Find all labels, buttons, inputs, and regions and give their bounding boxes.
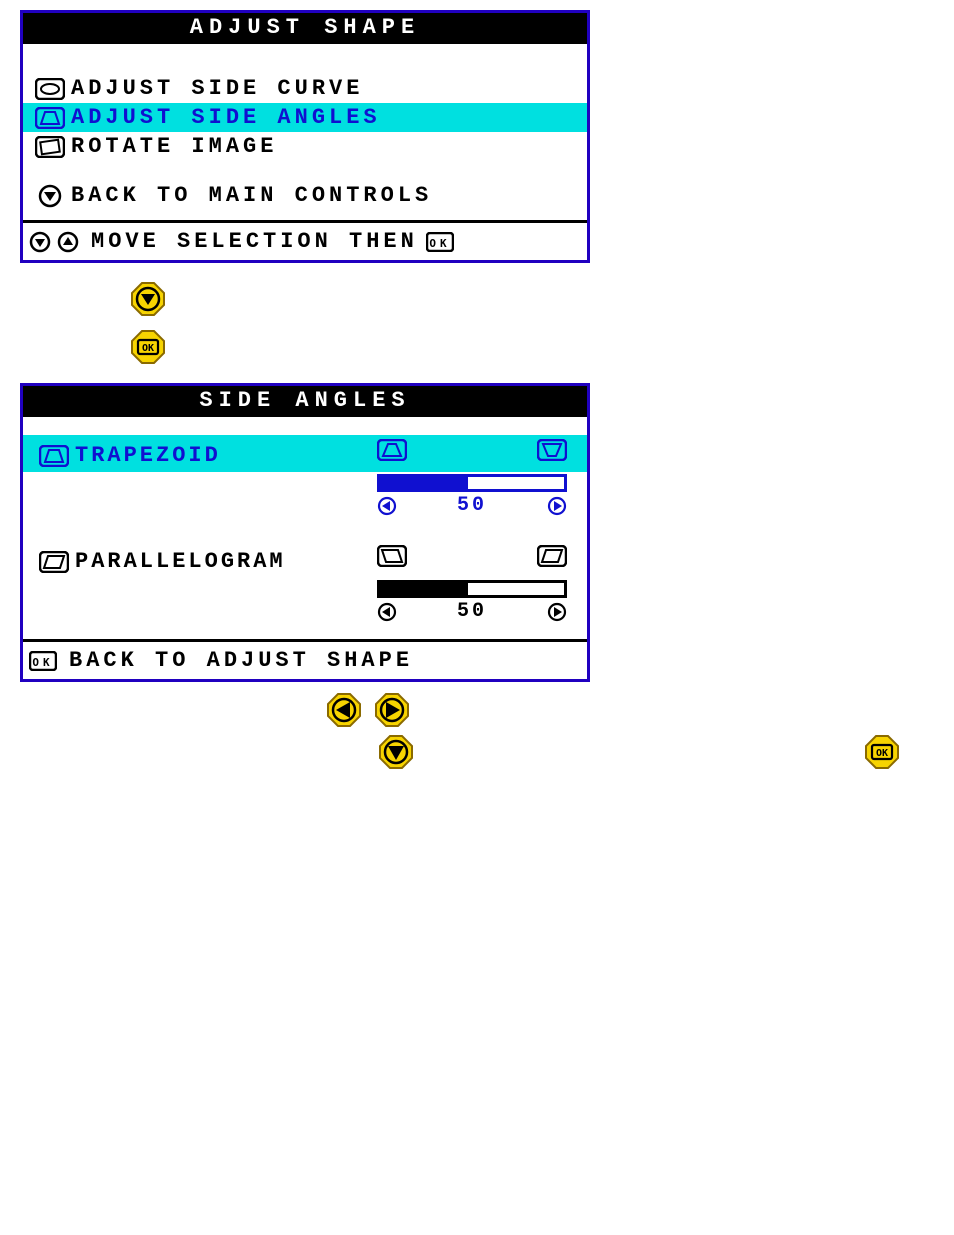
adjust-shape-title: ADJUST SHAPE bbox=[23, 13, 587, 44]
menu-item-label: ADJUST SIDE CURVE bbox=[71, 76, 581, 101]
svg-text:OK: OK bbox=[32, 656, 53, 669]
side-angles-body: TRAPEZOID bbox=[23, 417, 587, 639]
trap-wide-top-icon bbox=[537, 439, 567, 461]
down-circle-icon bbox=[29, 231, 51, 253]
svg-text:OK: OK bbox=[876, 748, 888, 759]
pincushion-icon bbox=[29, 78, 71, 100]
para-left-icon bbox=[377, 545, 407, 567]
parallelogram-icon bbox=[33, 551, 75, 573]
row-parallelogram[interactable]: PARALLELOGRAM bbox=[23, 541, 587, 633]
physical-down-button[interactable] bbox=[130, 281, 166, 317]
menu-rotate-image[interactable]: ROTATE IMAGE bbox=[23, 132, 587, 161]
adjust-shape-panel: ADJUST SHAPE ADJUST SIDE CURVE ADJUST SI… bbox=[20, 10, 590, 263]
physical-ok-button[interactable]: OK bbox=[130, 329, 166, 365]
side-angles-footer[interactable]: OK BACK TO ADJUST SHAPE bbox=[23, 639, 587, 679]
ok-icon: OK bbox=[29, 651, 57, 671]
svg-text:OK: OK bbox=[429, 237, 450, 250]
side-angles-panel: SIDE ANGLES TRAPEZOID bbox=[20, 383, 590, 682]
menu-adjust-side-curve[interactable]: ADJUST SIDE CURVE bbox=[23, 74, 587, 103]
physical-down-button[interactable] bbox=[378, 734, 414, 770]
parallelogram-slider[interactable] bbox=[377, 580, 567, 598]
physical-ok-button[interactable]: OK bbox=[864, 734, 900, 770]
menu-adjust-side-angles[interactable]: ADJUST SIDE ANGLES bbox=[23, 103, 587, 132]
row-label: TRAPEZOID bbox=[75, 443, 221, 468]
physical-right-button[interactable] bbox=[374, 692, 410, 728]
up-circle-icon bbox=[57, 231, 79, 253]
right-circle-icon[interactable] bbox=[547, 602, 567, 622]
physical-left-button[interactable] bbox=[326, 692, 362, 728]
ok-icon: OK bbox=[426, 232, 454, 252]
para-right-icon bbox=[537, 545, 567, 567]
trapezoid-value: 50 bbox=[397, 494, 547, 517]
left-circle-icon[interactable] bbox=[377, 602, 397, 622]
svg-text:OK: OK bbox=[142, 343, 154, 354]
menu-item-label: ROTATE IMAGE bbox=[71, 134, 581, 159]
down-circle-icon bbox=[29, 184, 71, 208]
trapezoid-slider[interactable] bbox=[377, 474, 567, 492]
footer-text: BACK TO ADJUST SHAPE bbox=[69, 648, 413, 673]
parallelogram-value: 50 bbox=[397, 600, 547, 623]
menu-item-label: ADJUST SIDE ANGLES bbox=[71, 105, 581, 130]
row-trapezoid[interactable]: TRAPEZOID bbox=[23, 435, 587, 527]
right-circle-icon[interactable] bbox=[547, 496, 567, 516]
menu-back-main-controls[interactable]: BACK TO MAIN CONTROLS bbox=[23, 181, 587, 210]
footer-text: MOVE SELECTION THEN bbox=[91, 229, 418, 254]
adjust-shape-menu: ADJUST SIDE CURVE ADJUST SIDE ANGLES ROT… bbox=[23, 44, 587, 220]
menu-item-label: BACK TO MAIN CONTROLS bbox=[71, 183, 581, 208]
left-circle-icon[interactable] bbox=[377, 496, 397, 516]
rotate-icon bbox=[29, 136, 71, 158]
side-angles-title: SIDE ANGLES bbox=[23, 386, 587, 417]
trap-narrow-top-icon bbox=[377, 439, 407, 461]
row-label: PARALLELOGRAM bbox=[75, 549, 286, 574]
trapezoid-icon bbox=[33, 445, 75, 467]
trapezoid-icon bbox=[29, 107, 71, 129]
adjust-shape-footer: MOVE SELECTION THEN OK bbox=[23, 220, 587, 260]
